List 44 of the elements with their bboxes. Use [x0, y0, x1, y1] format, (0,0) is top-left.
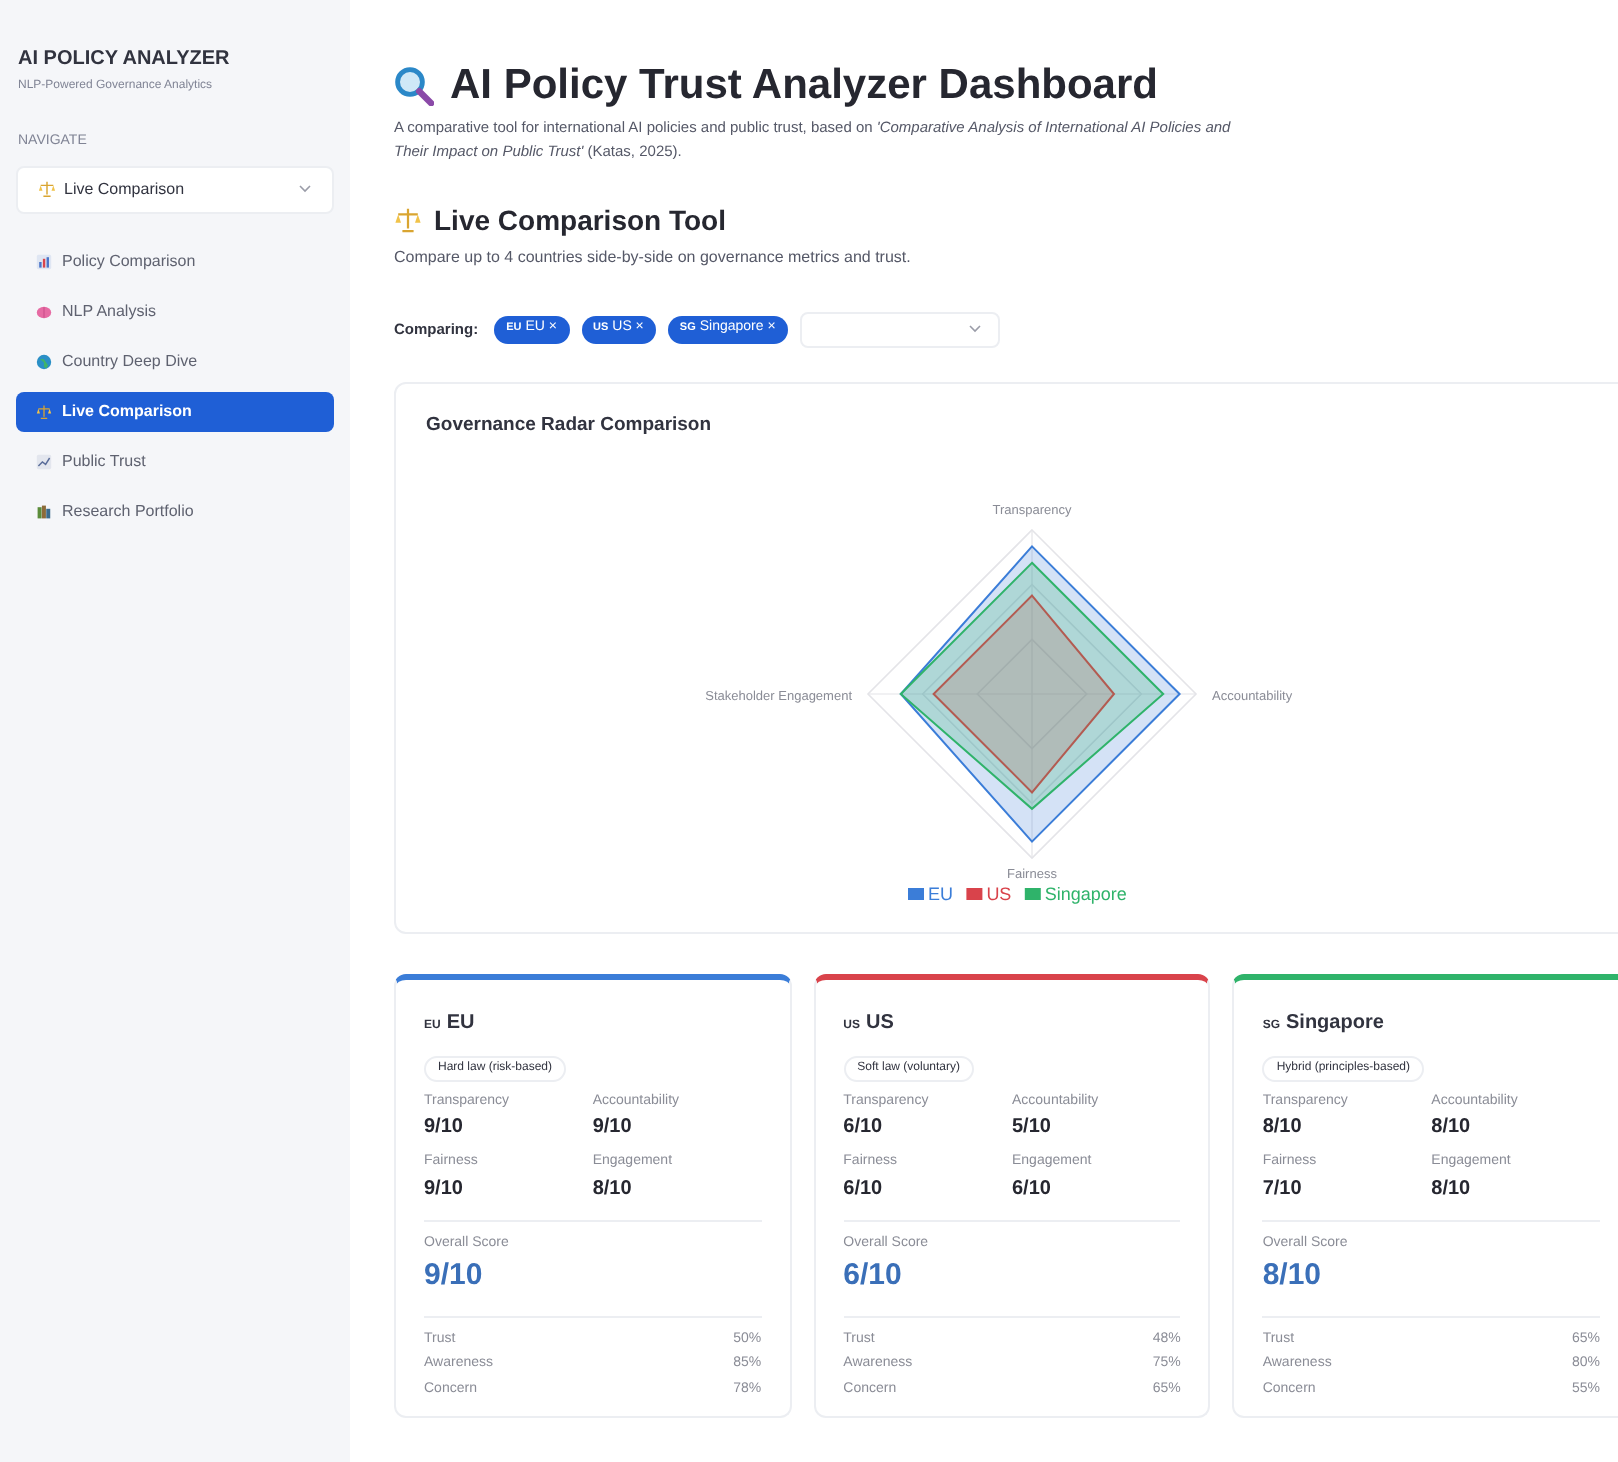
line-chart-icon: [36, 453, 52, 469]
country-name: Singapore: [1286, 1009, 1384, 1037]
overall-score: 9/10: [424, 1256, 485, 1296]
magnifier-icon: [394, 66, 434, 107]
scales-icon: [394, 206, 422, 234]
section-title: Live Comparison Tool: [434, 201, 726, 240]
country-name: EU: [446, 1009, 475, 1037]
metric-value: 9/10: [424, 1114, 465, 1142]
bar-chart-icon: [36, 253, 52, 269]
nav-item[interactable]: Research Portfolio: [16, 491, 334, 531]
overall-score: 8/10: [1262, 1256, 1324, 1296]
scales-icon: [38, 180, 56, 198]
country-select[interactable]: [799, 311, 1000, 347]
books-icon: [36, 503, 52, 519]
metric-value: 6/10: [1011, 1175, 1053, 1203]
chevron-down-icon: [967, 324, 982, 334]
metric-value: 6/10: [843, 1114, 885, 1142]
nav-item[interactable]: Country Deep Dive: [16, 341, 334, 381]
metric-value: 8/10: [1431, 1175, 1473, 1203]
page-dropdown[interactable]: Live Comparison: [16, 165, 334, 213]
brain-icon: [36, 303, 52, 319]
section-description: Compare up to 4 countries side-by-side on governance metrics and trust.: [394, 245, 913, 269]
metric-value: 5/10: [1011, 1114, 1053, 1142]
nav-item[interactable]: Policy Comparison: [16, 241, 334, 281]
metric-value: 8/10: [592, 1175, 634, 1203]
app-title: AI POLICY ANALYZER: [16, 46, 232, 74]
metric-value: 9/10: [424, 1175, 465, 1203]
metric-value: 8/10: [1262, 1114, 1304, 1142]
legend-label[interactable]: US: [986, 883, 1012, 903]
scales-icon: [36, 403, 52, 419]
nav-item[interactable]: Live Comparison: [16, 391, 334, 431]
nav-item[interactable]: Public Trust: [16, 441, 334, 481]
metric-value: 7/10: [1262, 1175, 1304, 1203]
country-name: US: [866, 1009, 894, 1037]
metric-value: 9/10: [592, 1114, 634, 1142]
page-title: AI Policy Trust Analyzer Dashboard: [450, 60, 1158, 112]
metric-value: 6/10: [843, 1175, 885, 1203]
chart-title: Governance Radar Comparison: [426, 411, 712, 439]
nav-item[interactable]: NLP Analysis: [16, 291, 334, 331]
metric-value: 8/10: [1431, 1114, 1473, 1142]
overall-score: 6/10: [843, 1256, 904, 1296]
globe-icon: [36, 353, 52, 369]
chevron-down-icon: [298, 184, 312, 194]
legend-label[interactable]: EU: [928, 883, 954, 903]
